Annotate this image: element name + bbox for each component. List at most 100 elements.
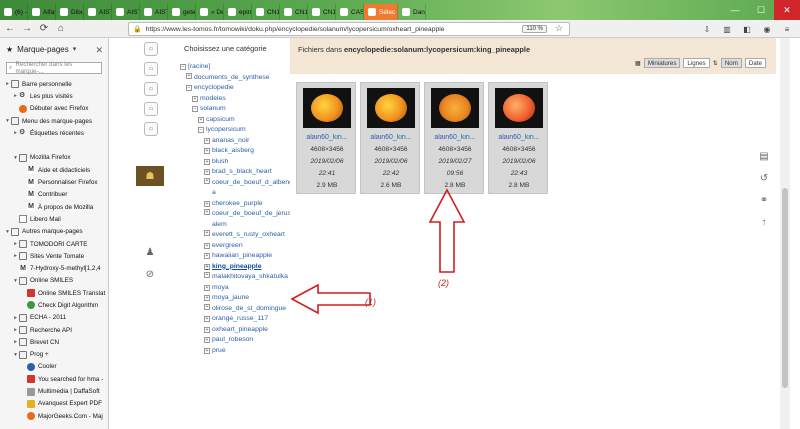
bookmark-item[interactable]: Libero Mail [0,213,108,225]
chevron-right-icon[interactable]: ▸ [12,241,19,247]
bookmark-item[interactable]: ▾ Autres marque-pages [0,226,108,238]
collapse-icon[interactable]: − [186,85,192,92]
category-label[interactable]: coeur_de_boeuf_de_jerusalem [212,209,294,230]
bookmark-item[interactable]: MajorGeeks.Com - Maj [0,410,108,422]
category-label[interactable]: olirose_de_st_domingue [212,304,294,315]
scrollbar-thumb[interactable] [782,188,788,388]
file-name[interactable]: alain60_kin... [297,134,357,141]
category-label[interactable]: moya_jaune [212,293,249,304]
bookmark-item[interactable]: Online SMILES Translat [0,287,108,299]
chevron-right-icon[interactable]: ▸ [12,315,19,321]
sort-date-button[interactable]: Date [744,58,766,68]
bookmark-item[interactable]: Multimedia | DaffaSoft [0,385,108,397]
browser-tab[interactable]: « Des [196,4,224,20]
sitemap-icon[interactable]: ☗ [136,166,164,186]
collapse-icon[interactable]: − [180,64,186,71]
category-label[interactable]: malakhitovaya_shkatulka [212,272,294,283]
expand-icon[interactable]: + [204,284,210,291]
bookmark-item[interactable]: You searched for hma - [0,373,108,385]
compass-icon[interactable]: ⊘ [144,268,156,280]
category-node[interactable]: + blush [180,157,298,168]
chevron-down-icon[interactable]: ▾ [4,229,11,235]
collapse-icon[interactable]: − [192,106,198,113]
browser-tab[interactable]: CN10 [308,4,336,20]
close-sidebar-icon[interactable]: ✕ [95,45,103,56]
category-node[interactable]: + oxheart_pineapple [180,325,298,336]
category-node[interactable]: + olirose_de_st_domingue [180,303,298,315]
history-icon[interactable]: ↺ [758,172,770,184]
category-node[interactable]: − encyclopedie [180,83,298,94]
category-label[interactable]: lycopersicum [206,125,246,136]
category-label[interactable]: documents_de_synthese [194,73,276,84]
category-label[interactable]: capsicum [206,115,235,126]
library-icon[interactable]: ▥ [720,22,734,36]
expand-icon[interactable]: + [204,242,210,249]
category-label[interactable]: everett_s_rusty_oxheart [212,230,294,241]
file-name[interactable]: alain60_kin... [425,134,485,141]
zoom-level[interactable]: 110 % [522,25,547,33]
category-node[interactable]: + cherokee_purple [180,199,298,210]
category-node[interactable]: + capsicum [180,115,298,126]
thumbnails-icon[interactable]: ▦ [635,60,641,67]
bookmark-item[interactable]: Cooler [0,361,108,373]
browser-tab[interactable]: Alfas [28,4,56,20]
bookmark-item[interactable]: ▸ Recherche API [0,324,108,336]
category-node[interactable]: + paul_robeson [180,335,298,346]
category-node[interactable]: + black_aisberg [180,146,298,157]
user-icon[interactable]: ♟ [144,246,156,258]
maximize-icon[interactable]: ☐ [748,0,774,20]
category-node[interactable]: + moya [180,283,298,294]
chevron-right-icon[interactable]: ▸ [12,327,19,333]
file-card[interactable]: alain60_kin... 4608×3456 2019/02/06 22:42 2.… [360,82,420,194]
browser-tab[interactable]: CN10 [252,4,280,20]
browser-tab[interactable]: epine [224,4,252,20]
download-icon[interactable]: ⇩ [700,22,714,36]
expand-icon[interactable]: + [192,95,198,102]
expand-icon[interactable]: + [204,230,210,236]
chevron-down-icon[interactable]: ▾ [12,278,19,284]
bookmark-item[interactable]: M Contribuer [0,189,108,201]
chevron-right-icon[interactable]: ▸ [12,130,19,136]
browser-tab[interactable]: AIST:Spec [112,4,140,20]
bookmark-item[interactable]: ▸ Sites Vente Tomate [0,250,108,262]
chevron-right-icon[interactable]: ▸ [12,93,19,99]
collapse-icon[interactable]: − [198,127,204,134]
category-label[interactable]: evergreen [212,241,243,252]
link-button-icon[interactable]: ▭ [144,102,158,116]
bookmark-item[interactable]: M Personnaliser Firefox [0,176,108,188]
category-node[interactable]: + documents_de_synthese [180,72,298,84]
expand-icon[interactable]: + [204,169,210,176]
file-thumbnail[interactable] [303,88,351,128]
browser-tab[interactable]: Dans [398,4,426,20]
expand-icon[interactable]: + [204,209,210,215]
bookmark-item[interactable]: ▸ Brevet CN [0,336,108,348]
expand-icon[interactable]: + [204,158,210,165]
category-label[interactable]: paul_robeson [212,335,253,346]
expand-icon[interactable]: + [204,347,210,354]
reload-icon[interactable]: ⟳ [37,22,51,36]
link-icon[interactable]: ⚭ [758,194,770,206]
category-node[interactable]: + malakhitovaya_shkatulka [180,272,298,283]
bookmark-item[interactable]: Débuter avec Firefox [0,103,108,115]
browser-tab[interactable]: CN10 [280,4,308,20]
expand-icon[interactable]: + [204,316,210,323]
file-button-icon[interactable]: ▭ [144,62,158,76]
category-node[interactable]: + modeles [180,94,298,105]
browser-tab[interactable]: gete [168,4,196,20]
expand-icon[interactable]: + [204,303,210,310]
arrow-up-icon[interactable]: ↑ [758,216,770,228]
category-label[interactable]: [racine] [188,62,210,73]
bookmark-item[interactable]: Check Digit Algorithm [0,299,108,311]
bookmark-item[interactable]: ▸ Barre personnelle [0,78,108,90]
browser-tab[interactable]: CAS [336,4,364,20]
bookmark-item[interactable]: ▾ Mozilla Firefox [0,152,108,164]
bookmark-item[interactable]: ▸ ECHA - 2011 [0,312,108,324]
file-name[interactable]: alain60_kin... [361,134,421,141]
category-node[interactable]: + prue [180,346,298,357]
chevron-down-icon[interactable]: ▾ [4,118,11,124]
category-node[interactable]: + coeur_de_boeuf_d_albenga [180,177,298,199]
file-card[interactable]: alain60_kin... 4608×3456 2019/02/06 22:43 2.… [488,82,548,194]
category-label[interactable]: ananas_noir [212,136,249,147]
category-label[interactable]: solanum [200,104,226,115]
category-node[interactable]: + brad_s_black_heart [180,167,298,178]
